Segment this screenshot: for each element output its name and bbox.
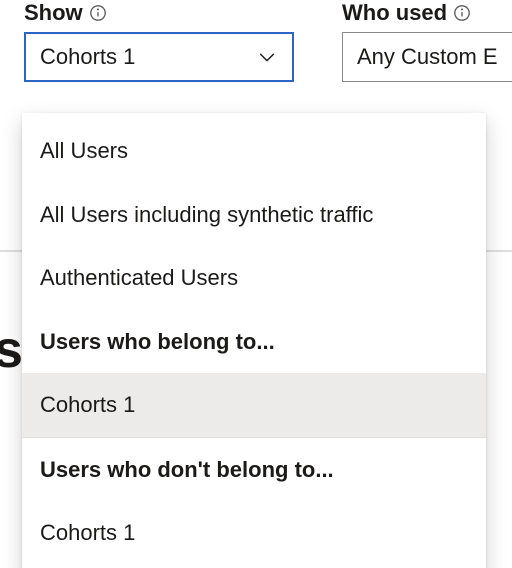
dropdown-option-cohorts-1-dont-belong[interactable]: Cohorts 1	[22, 501, 486, 565]
info-icon[interactable]	[89, 4, 107, 22]
who-used-combobox[interactable]: Any Custom E	[342, 32, 512, 82]
show-label: Show	[24, 0, 83, 26]
who-used-combobox-value: Any Custom E	[357, 44, 498, 70]
dropdown-header-users-belong: Users who belong to...	[22, 310, 486, 374]
dropdown-option-cohorts-1-belong[interactable]: Cohorts 1	[22, 373, 486, 437]
show-dropdown-listbox[interactable]: All Users All Users including synthetic …	[22, 113, 486, 568]
show-combobox-value: Cohorts 1	[40, 44, 135, 70]
show-combobox[interactable]: Cohorts 1	[24, 32, 294, 82]
who-used-field: Who used Any Custom E	[342, 0, 512, 82]
who-used-label-row: Who used	[342, 0, 512, 26]
show-field: Show Cohorts 1	[24, 0, 294, 82]
background-letter-fragment: s	[0, 320, 23, 380]
dropdown-option-all-users-synthetic[interactable]: All Users including synthetic traffic	[22, 183, 486, 247]
dropdown-option-authenticated-users[interactable]: Authenticated Users	[22, 246, 486, 310]
dropdown-header-users-dont-belong: Users who don't belong to...	[22, 437, 486, 502]
show-label-row: Show	[24, 0, 294, 26]
info-icon[interactable]	[453, 4, 471, 22]
who-used-label: Who used	[342, 0, 447, 26]
dropdown-option-all-users[interactable]: All Users	[22, 119, 486, 183]
chevron-down-icon	[256, 46, 278, 68]
